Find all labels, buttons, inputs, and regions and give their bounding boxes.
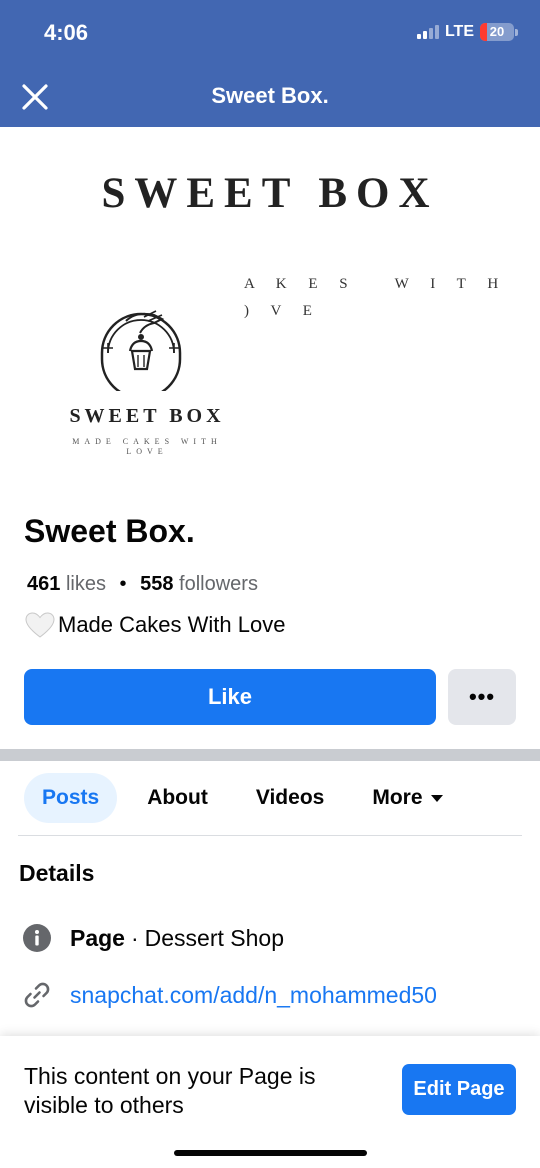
home-indicator (174, 1150, 367, 1156)
snapchat-link[interactable]: snapchat.com/add/n_mohammed50 (70, 982, 437, 1009)
tab-posts[interactable]: Posts (24, 773, 118, 823)
like-button[interactable]: Like (24, 669, 436, 725)
nav-title: Sweet Box. (211, 83, 329, 108)
visibility-text: This content on your Page is visible to … (24, 1063, 316, 1118)
top-bar: 4:06 LTE 20 Sweet Box. (0, 0, 540, 127)
visibility-banner: This content on your Page is visible to … (0, 1036, 540, 1168)
detail-link: snapchat.com/add/n_mohammed50 (22, 980, 437, 1010)
likes-count: 461 (27, 573, 61, 595)
tab-about[interactable]: About (147, 773, 208, 823)
link-icon (24, 982, 50, 1008)
category-label: Page (70, 924, 125, 951)
details-heading: Details (19, 860, 95, 886)
cover-tagline: A K E S W I T H ) V E (244, 276, 508, 319)
tab-videos[interactable]: Videos (256, 773, 324, 823)
section-divider (0, 749, 540, 761)
detail-category: Page · Dessert Shop (22, 923, 284, 953)
category-separator: · (130, 924, 139, 951)
page-tabs: Posts About Videos More (24, 773, 443, 823)
info-icon (23, 924, 51, 952)
battery-icon: 20 (480, 23, 518, 41)
category-value: Dessert Shop (144, 924, 285, 951)
tab-more[interactable]: More (372, 773, 443, 823)
followers-count: 558 (140, 573, 174, 595)
page-bio: Made Cakes With Love (24, 611, 285, 639)
more-dots-icon: ••• (468, 684, 496, 709)
page-stats[interactable]: 461 likes • 558 followers (27, 573, 258, 596)
likes-label: likes (65, 573, 106, 595)
page-title: Sweet Box. (24, 513, 195, 549)
status-time: 4:06 (44, 20, 89, 45)
logo-subtitle: MADE CAKES WITH LOVE (72, 437, 222, 456)
tabs-divider (18, 835, 522, 836)
cover-headline: SWEET BOX (101, 170, 439, 217)
more-options-button[interactable]: ••• (448, 669, 516, 725)
bio-text: Made Cakes With Love (58, 612, 286, 637)
status-indicators: LTE 20 (416, 23, 518, 41)
edit-page-button[interactable]: Edit Page (402, 1064, 516, 1115)
dot-separator: • (119, 573, 127, 595)
cover-photo[interactable]: SWEET BOX A K E S W I T H ) V E SWEET BO… (0, 127, 540, 490)
battery-level: 20 (489, 24, 505, 39)
network-type: LTE (444, 23, 474, 40)
white-heart-icon (25, 612, 55, 638)
followers-label: followers (179, 573, 258, 595)
signal-icon (416, 25, 439, 39)
tab-more-label: More (372, 786, 423, 809)
caret-down-icon (430, 794, 443, 802)
cupcake-logo-icon (100, 310, 182, 391)
logo-name: SWEET BOX (69, 405, 225, 427)
